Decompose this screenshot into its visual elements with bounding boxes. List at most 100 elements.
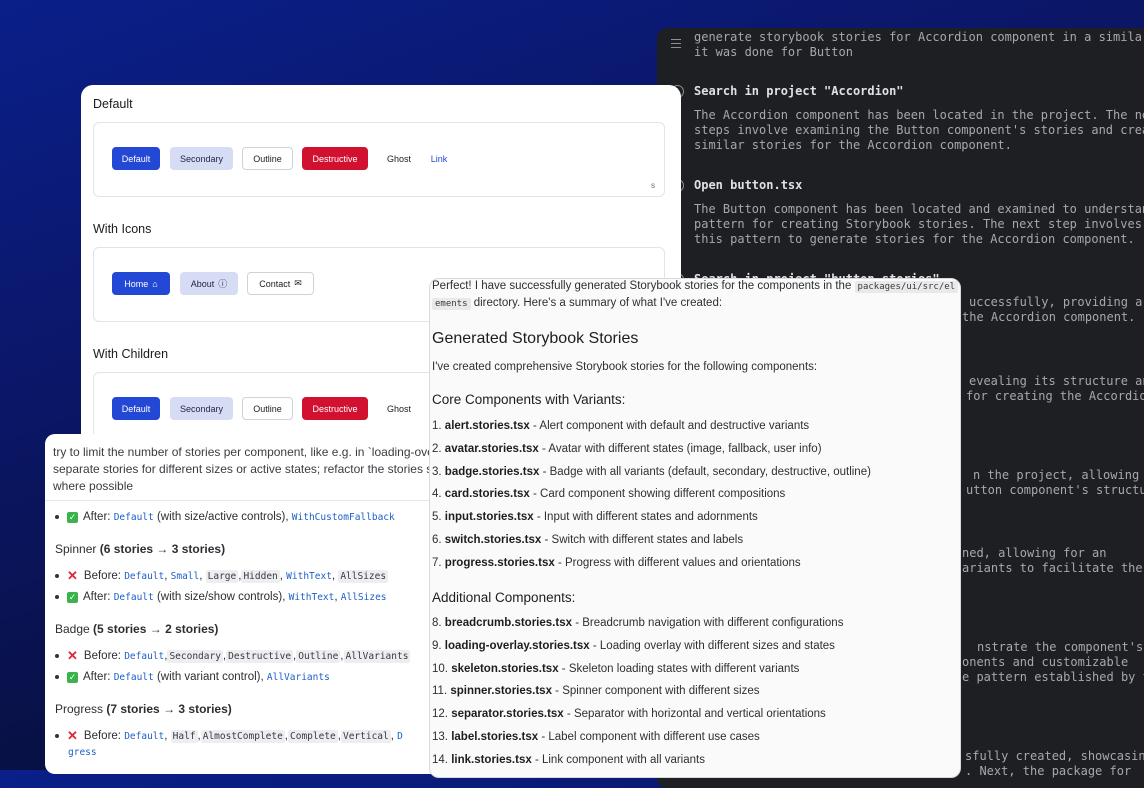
log-fragment: n the project, allowing for (973, 468, 1140, 482)
log-fragment: sfully created, showcasing (965, 749, 1144, 763)
log-entry-title: Search in project "Accordion" (694, 84, 904, 98)
info-circle-icon: ⓘ (218, 279, 228, 289)
bullet (55, 675, 59, 679)
story-name: Default (124, 730, 165, 742)
check-icon: ✓ (67, 671, 78, 683)
cross-icon: ✕ (67, 648, 78, 663)
ghost-button[interactable]: Ghost (378, 397, 420, 420)
bullet (55, 595, 59, 599)
log-fragment: ned, allowing for an (962, 546, 1107, 560)
before-label: Before: (83, 570, 121, 582)
list-item: 2. avatar.stories.tsx - Avatar with diff… (432, 443, 822, 455)
outline-button[interactable]: Outline (242, 147, 293, 170)
component-name: Progress (55, 702, 104, 716)
link-button[interactable]: Link (424, 147, 454, 170)
story-name: Small (170, 570, 200, 582)
story-name: Half (170, 729, 198, 743)
component-heading: Progress (7 stories → 3 stories) (55, 702, 232, 716)
story-name: Vertical (340, 729, 391, 743)
story-name: Default (124, 570, 165, 582)
component-heading: Badge (5 stories → 2 stories) (55, 622, 218, 636)
log-fragment: for creating the Accordion (966, 389, 1144, 403)
destructive-button[interactable]: Destructive (302, 397, 368, 420)
user-message-line: separate stories for different sizes or … (53, 462, 446, 476)
summary-intro-line2: ements directory. Here's a summary of wh… (432, 297, 723, 310)
list-item: 8. breadcrumb.stories.tsx - Breadcrumb n… (432, 617, 844, 629)
menu-icon[interactable] (671, 36, 681, 51)
home-button[interactable]: Home ⌂ (112, 272, 170, 295)
intro-text: Perfect! I have successfully generated S… (432, 280, 852, 292)
default-button[interactable]: Default (112, 147, 160, 170)
ghost-button[interactable]: Ghost (378, 147, 420, 170)
story-name: Default (124, 650, 165, 662)
summary-intro: Perfect! I have successfully generated S… (432, 280, 959, 293)
destructive-button[interactable]: Destructive (302, 147, 368, 170)
secondary-button[interactable]: Secondary (170, 147, 233, 170)
after-label: After: (83, 671, 111, 683)
secondary-button[interactable]: Secondary (170, 397, 233, 420)
intro-text: directory. Here's a summary of what I've… (473, 297, 723, 309)
story-count: (6 stories → 3 stories) (99, 542, 226, 556)
refactor-chat-panel: try to limit the number of stories per c… (45, 434, 455, 774)
default-button[interactable]: Default (112, 397, 160, 420)
component-name: Spinner (55, 542, 97, 556)
section-title: Default (93, 97, 133, 111)
story-name: Large (205, 569, 239, 583)
log-fragment: ariants to facilitate the (962, 561, 1143, 575)
log-fragment: uccessfully, providing a (969, 295, 1143, 309)
summary-heading: Generated Storybook Stories (432, 330, 639, 347)
story-name: AllSizes (338, 569, 389, 583)
about-button[interactable]: About ⓘ (180, 272, 238, 295)
log-fragment: the Accordion component. (962, 310, 1136, 324)
list-item: ✕ Before: Default, Small, Large, Hidden,… (55, 568, 389, 584)
contact-button[interactable]: Contact ✉ (247, 272, 314, 295)
list-item: 3. badge.stories.tsx - Badge with all va… (432, 466, 871, 478)
log-fragment: evealing its structure and (969, 374, 1144, 388)
log-fragment: nstrate the component's (977, 640, 1144, 654)
story-name: Default (113, 591, 154, 603)
bullet (55, 734, 59, 738)
divider (45, 500, 455, 501)
log-fragment: e pattern established by the (962, 670, 1144, 684)
story-name: AlmostComplete (200, 729, 285, 743)
story-name: WithText (288, 591, 335, 603)
list-item: 11. spinner.stories.tsx - Spinner compon… (432, 685, 760, 697)
list-item: ✕ Before: Default, Half, AlmostComplete,… (55, 728, 403, 744)
list-item-wrap: gress (68, 747, 97, 758)
bullet (55, 574, 59, 578)
list-item: 4. card.stories.tsx - Card component sho… (432, 488, 786, 500)
log-fragment: . Next, the package for (965, 764, 1132, 778)
story-name: Secondary (167, 649, 223, 663)
core-heading: Core Components with Variants: (432, 392, 626, 407)
story-count: (5 stories → 2 stories) (93, 622, 219, 636)
story-name: WithText (286, 570, 332, 582)
before-label: Before: (83, 650, 121, 662)
story-name: Complete (288, 729, 338, 743)
story-name: AllVariants (266, 671, 330, 683)
story-name: D (397, 730, 403, 742)
list-item: 10. skeleton.stories.tsx - Skeleton load… (432, 663, 800, 675)
button-row-default: Default Secondary Outline Destructive Gh… (93, 122, 665, 197)
summary-lead: I've created comprehensive Storybook sto… (432, 361, 818, 373)
story-count: (7 stories → 3 stories) (106, 702, 232, 716)
bullet (55, 654, 59, 658)
story-name: Hidden (241, 569, 280, 583)
list-item: 7. progress.stories.tsx - Progress with … (432, 557, 801, 569)
list-item: ✓ After: Default (with variant control),… (55, 671, 330, 683)
after-label: After: (83, 591, 111, 603)
check-icon: ✓ (67, 511, 78, 523)
list-item: 5. input.stories.tsx - Input with differ… (432, 511, 758, 523)
note: (with variant control), (156, 671, 264, 683)
story-name: AllVariants (343, 649, 411, 663)
list-item: 1. alert.stories.tsx - Alert component w… (432, 420, 810, 432)
list-item: 13. label.stories.tsx - Label component … (432, 731, 760, 743)
before-label: Before: (83, 730, 121, 742)
section-title: With Children (93, 347, 169, 361)
outline-button[interactable]: Outline (242, 397, 293, 420)
additional-heading: Additional Components: (432, 590, 576, 605)
after-label: After: (83, 511, 111, 523)
home-icon: ⌂ (152, 278, 158, 289)
check-icon: ✓ (67, 591, 78, 603)
log-fragment: utton component's structure. (966, 483, 1144, 497)
summary-chat-panel: Perfect! I have successfully generated S… (429, 278, 961, 778)
